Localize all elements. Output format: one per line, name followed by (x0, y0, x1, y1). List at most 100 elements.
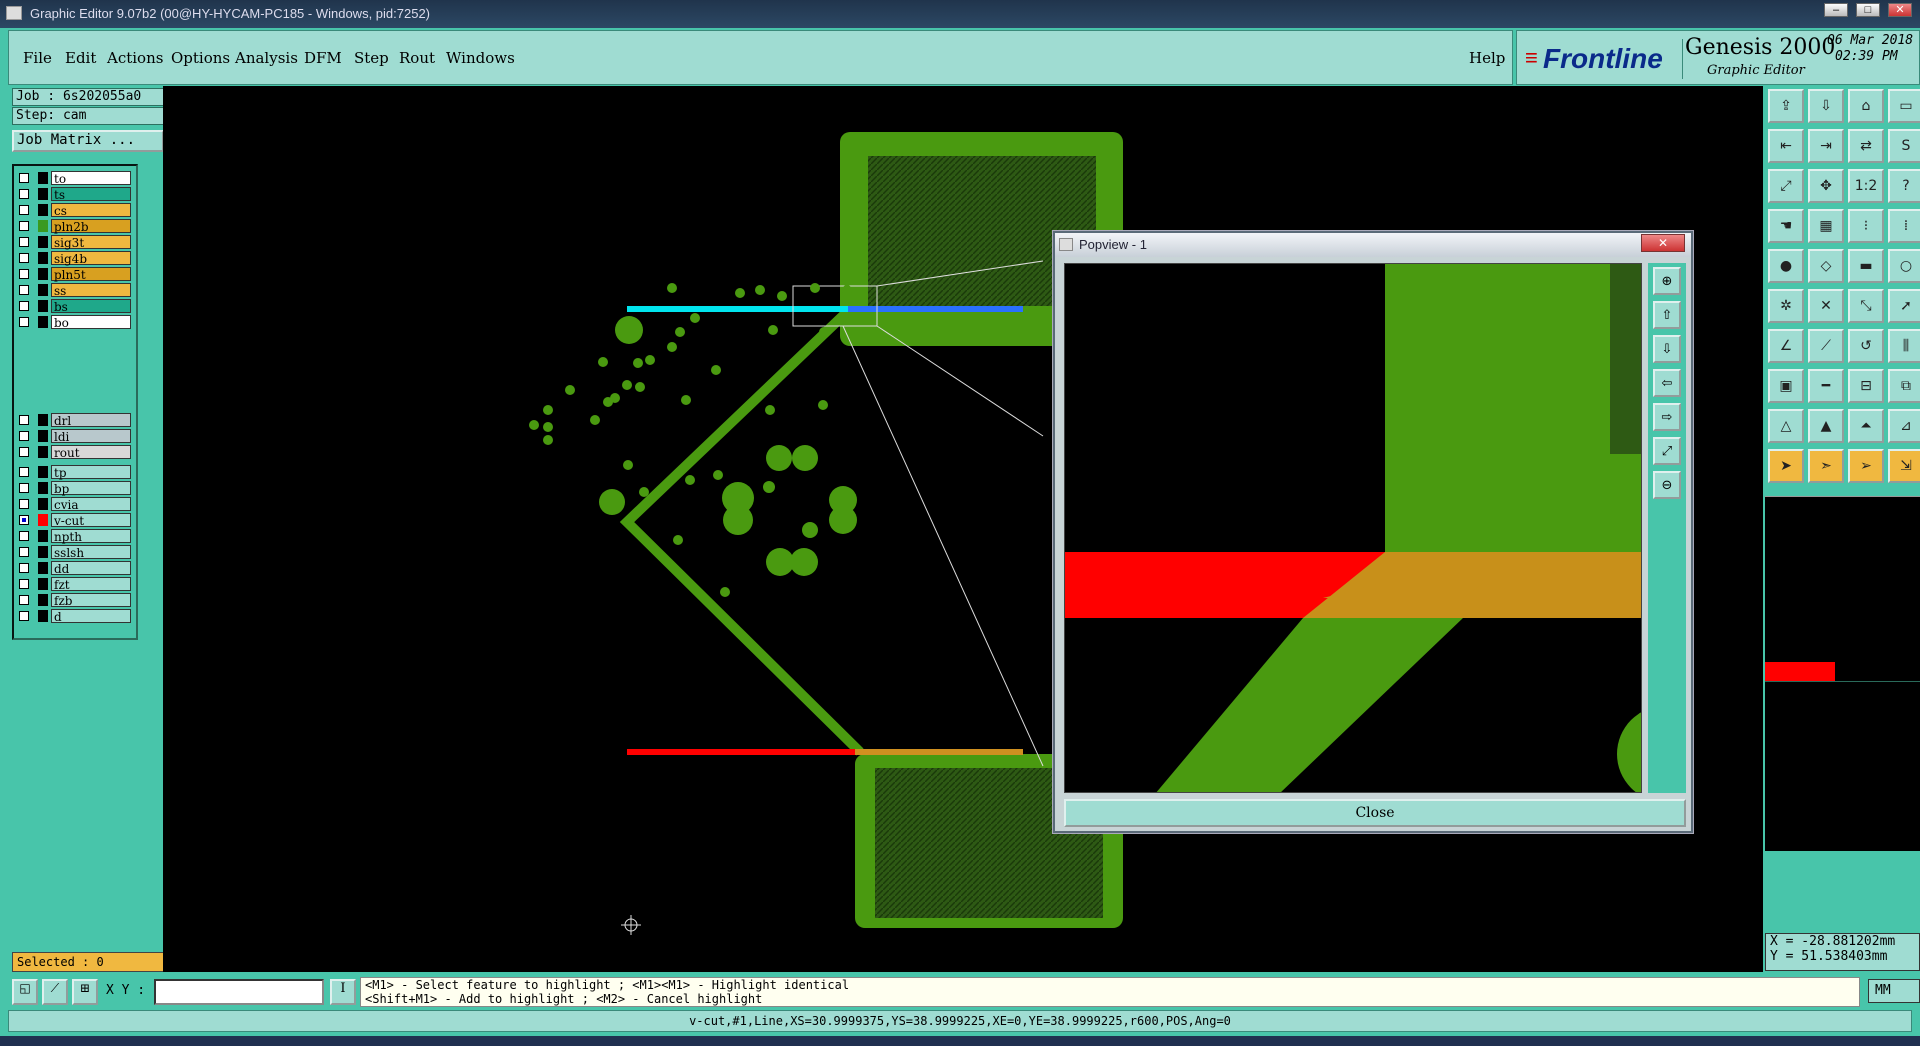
via-hole[interactable] (645, 355, 655, 365)
layer-row-pln5t[interactable]: pln5t (14, 266, 136, 282)
layer-checkbox[interactable] (19, 611, 29, 621)
snap-point-icon[interactable]: ⁞ (1888, 209, 1920, 243)
layer-name[interactable]: sig3t (51, 235, 131, 250)
layer-row-ss[interactable]: ss (14, 282, 136, 298)
layer-checkbox[interactable] (19, 317, 29, 327)
via-hole[interactable] (755, 285, 765, 295)
layer-name[interactable]: pln5t (51, 267, 131, 282)
layer-checkbox[interactable] (19, 173, 29, 183)
via-hole[interactable] (790, 548, 818, 576)
via-hole[interactable] (633, 358, 643, 368)
via-hole[interactable] (603, 397, 613, 407)
via-hole[interactable] (565, 385, 575, 395)
home-icon[interactable]: ⌂ (1848, 89, 1884, 123)
layer-checkbox[interactable] (19, 253, 29, 263)
layer-name[interactable]: v-cut (51, 513, 131, 528)
via-hole[interactable] (768, 325, 778, 335)
via-hole[interactable] (667, 283, 677, 293)
import-icon[interactable]: ⇪ (1768, 89, 1804, 123)
popview-zoom-in-icon[interactable]: ⊕ (1653, 267, 1681, 295)
snap-grid-icon[interactable]: ⁝ (1848, 209, 1884, 243)
via-hole[interactable] (543, 435, 553, 445)
via-hole[interactable] (690, 313, 700, 323)
layer-row-cs[interactable]: cs (14, 202, 136, 218)
layer-checkbox[interactable] (19, 415, 29, 425)
via-hole[interactable] (681, 395, 691, 405)
layer-name[interactable]: fzt (51, 577, 131, 592)
layer-name[interactable]: ldi (51, 429, 131, 444)
popview-close-icon[interactable]: ✕ (1641, 234, 1685, 252)
units-display[interactable]: MM (1868, 979, 1920, 1003)
layer-row-npth[interactable]: npth (14, 528, 136, 544)
popview-title-bar[interactable]: Popview - 1 ✕ (1055, 233, 1691, 257)
popview-left-icon[interactable]: ⇦ (1653, 369, 1681, 397)
menu-windows[interactable]: Windows (446, 49, 515, 67)
snap-icon[interactable]: ◱ (12, 979, 38, 1005)
layer-checkbox[interactable] (19, 595, 29, 605)
select-icon[interactable]: ➤ (1768, 449, 1804, 483)
layer-name[interactable]: tp (51, 465, 131, 480)
shape-icon[interactable]: ◇ (1808, 249, 1844, 283)
via-hole[interactable] (623, 460, 633, 470)
layer-name[interactable]: dd (51, 561, 131, 576)
layer-name[interactable]: to (51, 171, 131, 186)
via-holes[interactable] (529, 283, 857, 597)
layer-row-bo[interactable]: bo (14, 314, 136, 330)
dim-icon[interactable]: ⊟ (1848, 369, 1884, 403)
layer-name[interactable]: npth (51, 529, 131, 544)
zoom-fit-icon[interactable]: ▭ (1888, 89, 1920, 123)
zoom-diagonal-trace[interactable] (1155, 618, 1463, 793)
export-icon[interactable]: ⇩ (1808, 89, 1844, 123)
menu-edit[interactable]: Edit (65, 49, 96, 67)
via-hole[interactable] (802, 522, 818, 538)
layer-row-pln2b[interactable]: pln2b (14, 218, 136, 234)
help-icon[interactable]: ? (1888, 169, 1920, 203)
hand-icon[interactable]: ☚ (1768, 209, 1804, 243)
via-hole[interactable] (639, 487, 649, 497)
select-add-icon[interactable]: ➣ (1808, 449, 1844, 483)
copy-icon[interactable]: ⧉ (1888, 369, 1920, 403)
via-hole[interactable] (829, 506, 857, 534)
layer-row-to[interactable]: to (14, 170, 136, 186)
grid-icon[interactable]: ▦ (1808, 209, 1844, 243)
menu-dfm[interactable]: DFM (304, 49, 342, 67)
layer-name[interactable]: fzb (51, 593, 131, 608)
connect-icon[interactable]: ⤡ (1848, 289, 1884, 323)
layer-checkbox[interactable] (19, 189, 29, 199)
layer-row-v-cut[interactable]: v-cut (14, 512, 136, 528)
via-hole[interactable] (810, 283, 820, 293)
layer-name[interactable]: ss (51, 283, 131, 298)
layer-checkbox[interactable] (19, 531, 29, 541)
via-hole[interactable] (667, 342, 677, 352)
layer-row-fzb[interactable]: fzb (14, 592, 136, 608)
menu-rout[interactable]: Rout (399, 49, 435, 67)
select-rem-icon[interactable]: ➢ (1848, 449, 1884, 483)
via-hole[interactable] (842, 285, 852, 295)
layer-name[interactable]: bo (51, 315, 131, 330)
layer-checkbox[interactable] (19, 301, 29, 311)
via-hole[interactable] (598, 357, 608, 367)
layer-name[interactable]: d (51, 609, 131, 624)
angle-icon[interactable]: ∠ (1768, 329, 1804, 363)
surface-icon[interactable]: ▣ (1768, 369, 1804, 403)
step-icon[interactable]: S (1888, 129, 1920, 163)
layer-name[interactable]: pln2b (51, 219, 131, 234)
menu-file[interactable]: File (23, 49, 52, 67)
via-hole[interactable] (765, 405, 775, 415)
measure-icon[interactable]: ⟋ (42, 979, 68, 1005)
triangle-icon[interactable]: △ (1768, 409, 1804, 443)
split-icon[interactable]: ⫼ (1888, 329, 1920, 363)
pan-left-icon[interactable]: ⇤ (1768, 129, 1804, 163)
via-hole[interactable] (673, 535, 683, 545)
popview-up-icon[interactable]: ⇧ (1653, 301, 1681, 329)
via-hole[interactable] (685, 475, 695, 485)
via-hole[interactable] (529, 420, 539, 430)
menu-step[interactable]: Step (354, 49, 389, 67)
layer-checkbox[interactable] (19, 563, 29, 573)
triangle3-icon[interactable]: ⏶ (1848, 409, 1884, 443)
triangle2-icon[interactable]: ▲ (1808, 409, 1844, 443)
layer-row-d[interactable]: d (14, 608, 136, 624)
grid-icon[interactable]: ⊞ (72, 979, 98, 1005)
layer-name[interactable]: sig4b (51, 251, 131, 266)
zoom-via[interactable] (1617, 706, 1642, 793)
